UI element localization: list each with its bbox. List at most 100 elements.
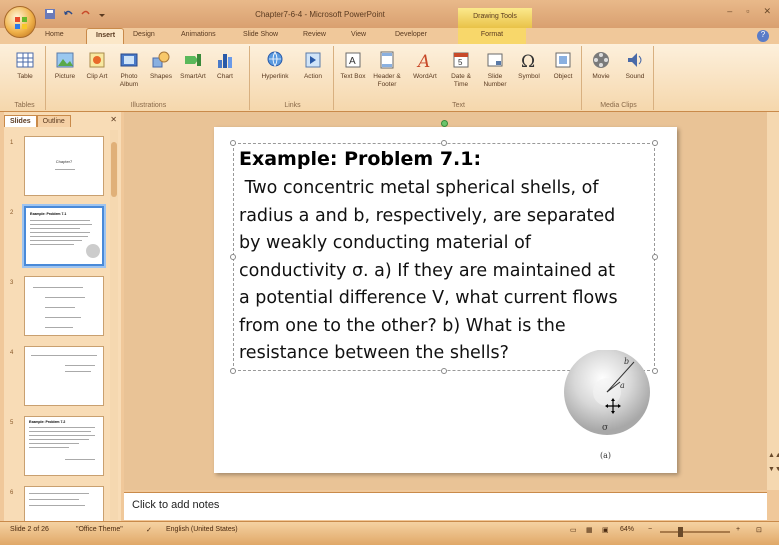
symbol-button[interactable]: Ω Symbol xyxy=(514,50,544,81)
office-button[interactable] xyxy=(4,6,36,38)
slide-thumbnail[interactable] xyxy=(24,276,104,336)
fit-to-window-icon[interactable]: ⊡ xyxy=(756,526,762,534)
picture-icon xyxy=(56,52,74,68)
customize-qat-icon[interactable] xyxy=(98,8,110,20)
scroll-thumb[interactable] xyxy=(111,142,117,197)
zoom-slider-thumb[interactable] xyxy=(678,527,683,537)
svg-text:A: A xyxy=(349,56,356,67)
thumbnail-title: Chapter7 xyxy=(55,159,73,164)
photo-album-icon xyxy=(120,53,138,67)
picture-button[interactable]: Picture xyxy=(50,50,80,81)
movie-button[interactable]: Movie xyxy=(586,50,616,81)
group-label: Tables xyxy=(14,102,35,109)
tab-design[interactable]: Design xyxy=(124,28,172,44)
slide-thumbnail[interactable]: Example: Problem 7.2 xyxy=(24,416,104,476)
quick-access-toolbar xyxy=(44,8,110,20)
tab-developer[interactable]: Developer xyxy=(386,28,450,44)
rotation-handle[interactable] xyxy=(441,120,448,127)
table-button[interactable]: Table xyxy=(10,50,40,81)
resize-handle[interactable] xyxy=(230,140,236,146)
notes-placeholder[interactable]: Click to add notes xyxy=(132,499,219,511)
help-icon[interactable]: ? xyxy=(757,30,769,42)
slide-number-button[interactable]: Slide Number xyxy=(480,50,510,89)
slides-pane: Slides Outline ✕ 1 Chapter7 2 Example: P… xyxy=(4,112,121,522)
tab-review[interactable]: Review xyxy=(294,28,342,44)
shapes-button[interactable]: Shapes xyxy=(146,50,176,81)
date-time-button[interactable]: 5 Date & Time xyxy=(446,50,476,89)
slide-thumbnail[interactable] xyxy=(24,486,104,522)
tab-home[interactable]: Home xyxy=(36,28,86,44)
svg-text:A: A xyxy=(416,52,430,70)
slide-thumbnail[interactable] xyxy=(24,346,104,406)
text-box-button[interactable]: A Text Box xyxy=(338,50,368,81)
zoom-in-icon[interactable]: + xyxy=(736,526,740,533)
previous-slide-icon[interactable]: ▲▲ xyxy=(768,452,779,462)
minimize-icon[interactable]: – xyxy=(727,6,732,17)
notes-pane[interactable]: Click to add notes xyxy=(124,492,767,520)
clip-art-button[interactable]: Clip Art xyxy=(82,50,112,81)
group-illustrations: Picture Clip Art Photo Album Shapes Smar… xyxy=(48,46,250,110)
hyperlink-icon xyxy=(267,51,283,67)
resize-handle[interactable] xyxy=(441,140,447,146)
slide-show-icon[interactable]: ▣ xyxy=(602,526,609,534)
wordart-button[interactable]: A WordArt xyxy=(410,50,440,81)
next-slide-icon[interactable]: ▼▼ xyxy=(768,466,779,476)
photo-album-button[interactable]: Photo Album xyxy=(114,50,144,89)
slide-thumbnail-selected[interactable]: Example: Problem 7.1 xyxy=(24,206,104,266)
group-label: Illustrations xyxy=(130,102,167,109)
tab-animations[interactable]: Animations xyxy=(172,28,234,44)
zoom-out-icon[interactable]: − xyxy=(648,526,652,533)
symbol-icon: Ω xyxy=(521,52,535,70)
close-icon[interactable]: ✕ xyxy=(763,6,771,17)
tab-slide-show[interactable]: Slide Show xyxy=(234,28,294,44)
object-button[interactable]: Object xyxy=(548,50,578,81)
action-button[interactable]: Action xyxy=(298,50,328,81)
header-footer-icon xyxy=(380,51,394,69)
resize-handle[interactable] xyxy=(652,254,658,260)
tab-outline[interactable]: Outline xyxy=(36,115,71,127)
group-label: Text xyxy=(452,102,465,109)
label-sigma: σ xyxy=(602,423,608,433)
close-pane-icon[interactable]: ✕ xyxy=(110,115,117,124)
tab-view[interactable]: View xyxy=(342,28,386,44)
maximize-icon[interactable]: ▫ xyxy=(746,6,749,17)
tab-format[interactable]: Format xyxy=(458,28,526,44)
zoom-level[interactable]: 64% xyxy=(620,526,634,533)
spellcheck-icon[interactable]: ✓ xyxy=(146,526,152,534)
smartart-button[interactable]: SmartArt xyxy=(178,50,208,81)
resize-handle[interactable] xyxy=(652,140,658,146)
group-label: Links xyxy=(284,102,301,109)
drawing-tools-label: Drawing Tools xyxy=(458,8,532,28)
slides-pane-scrollbar[interactable] xyxy=(110,130,118,520)
normal-view-icon[interactable]: ▭ xyxy=(570,526,577,534)
save-icon[interactable] xyxy=(44,8,56,20)
tab-slides[interactable]: Slides xyxy=(4,115,37,127)
chart-icon xyxy=(218,54,232,68)
svg-text:5: 5 xyxy=(458,58,463,67)
wordart-icon: A xyxy=(416,52,430,70)
sound-button[interactable]: Sound xyxy=(620,50,650,81)
redo-icon[interactable] xyxy=(80,8,92,20)
slide-thumbnail[interactable]: Chapter7 xyxy=(24,136,104,196)
office-logo-icon xyxy=(15,17,27,29)
chart-button[interactable]: Chart xyxy=(210,50,240,81)
shapes-icon xyxy=(152,51,170,68)
vertical-scrollbar[interactable]: ▲▲ ▼▼ xyxy=(767,112,779,490)
tab-insert[interactable]: Insert xyxy=(86,28,124,44)
undo-icon[interactable] xyxy=(62,8,74,20)
slide-number: 5 xyxy=(10,420,14,426)
resize-handle[interactable] xyxy=(230,368,236,374)
resize-handle[interactable] xyxy=(230,254,236,260)
powerpoint-window: Chapter7-6-4 - Microsoft PowerPoint Draw… xyxy=(0,0,779,545)
resize-handle[interactable] xyxy=(441,368,447,374)
slide-number: 6 xyxy=(10,490,14,496)
zoom-slider[interactable] xyxy=(660,531,730,533)
hyperlink-button[interactable]: Hyperlink xyxy=(260,50,290,81)
slide-sorter-icon[interactable]: ▦ xyxy=(586,526,593,534)
language-indicator[interactable]: English (United States) xyxy=(166,526,238,533)
group-text: A Text Box Header & Footer A WordArt 5 D… xyxy=(336,46,582,110)
pane-tabs: Slides Outline xyxy=(4,114,121,128)
body-line: by weakly conducting material of xyxy=(239,233,531,253)
header-footer-button[interactable]: Header & Footer xyxy=(372,50,402,89)
slide-number: 4 xyxy=(10,350,14,356)
